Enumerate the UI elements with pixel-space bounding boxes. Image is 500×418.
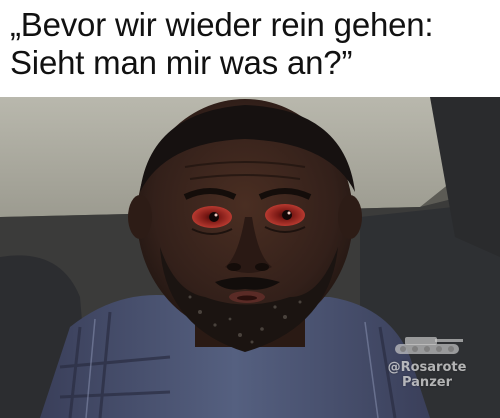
tank-icon xyxy=(395,337,463,354)
caption-line-2: Sieht man mir was an?” xyxy=(10,44,353,81)
meme-photo: @Rosarote Panzer xyxy=(0,97,500,418)
watermark: @Rosarote Panzer xyxy=(372,332,482,390)
watermark-name: Panzer xyxy=(401,375,452,390)
watermark-handle: @Rosarote xyxy=(387,360,467,375)
meme-caption: „Bevor wir wieder rein gehen: Sieht man … xyxy=(10,6,495,82)
meme-card: „Bevor wir wieder rein gehen: Sieht man … xyxy=(0,0,500,418)
caption-line-1: „Bevor wir wieder rein gehen: xyxy=(10,6,434,43)
